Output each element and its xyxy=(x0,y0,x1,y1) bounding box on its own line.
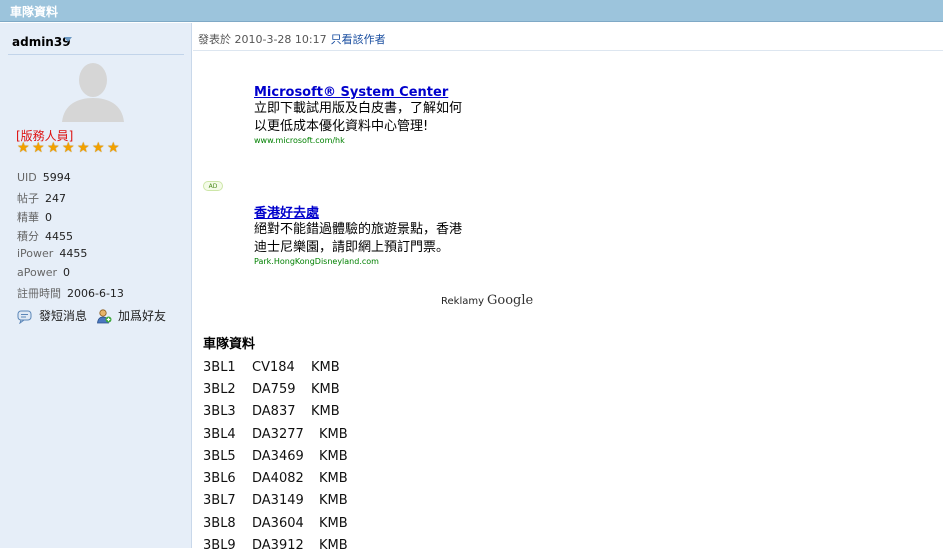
bus-code: DA3469 xyxy=(252,448,304,464)
stat-label: iPower xyxy=(17,247,54,260)
list-item: 3BL7 DA3149 KMB xyxy=(203,490,603,512)
route-id: 3BL9 xyxy=(203,538,236,554)
operator: KMB xyxy=(319,515,348,531)
bus-code: DA3912 xyxy=(252,538,304,554)
operator: KMB xyxy=(319,448,348,464)
bus-code: DA4082 xyxy=(252,471,304,487)
bus-code: DA3277 xyxy=(252,426,304,442)
route-id: 3BL2 xyxy=(203,381,236,397)
operator: KMB xyxy=(311,381,340,397)
bus-code: DA3149 xyxy=(252,493,304,509)
operator: KMB xyxy=(319,426,348,442)
section-heading: 車隊資料 xyxy=(203,337,256,352)
bus-code: CV184 xyxy=(252,359,295,375)
ad-title-link[interactable]: 香港好去處 xyxy=(254,202,574,221)
ad-url[interactable]: Park.HongKongDisneyland.com xyxy=(254,257,574,266)
ad-url[interactable]: www.microsoft.com/hk xyxy=(254,136,574,145)
user-silhouette-icon xyxy=(62,63,124,122)
ad-badge: AD xyxy=(203,181,223,191)
ads-label: Reklamy xyxy=(441,296,485,307)
operator: KMB xyxy=(311,359,340,375)
rating-stars: ★ ★ ★ ★ ★ ★ ★ xyxy=(17,141,121,157)
route-id: 3BL1 xyxy=(203,359,236,375)
post-meta-bar: 發表於 2010-3-28 10:17 只看該作者 xyxy=(193,23,943,51)
ad-block[interactable]: Microsoft® System Center 立即下載試用版及白皮書，了解如… xyxy=(254,85,574,145)
operator: KMB xyxy=(319,493,348,509)
add-user-icon xyxy=(97,308,112,323)
stat-value: 0 xyxy=(63,266,70,279)
stat-value: 0 xyxy=(45,211,52,224)
stat-ipower: iPower 4455 xyxy=(17,247,87,260)
list-item: 3BL2 DA759 KMB xyxy=(203,378,603,400)
stat-label: 精華 xyxy=(17,211,39,224)
stat-label: 帖子 xyxy=(17,192,39,205)
stat-value: 4455 xyxy=(59,247,88,260)
stat-credits: 積分 4455 xyxy=(17,228,73,244)
route-id: 3BL4 xyxy=(203,426,236,442)
thread-title: 車隊資料 xyxy=(10,5,59,19)
post-meta: 發表於 2010-3-28 10:17 只看該作者 xyxy=(198,31,386,47)
stat-value: 4455 xyxy=(45,230,73,243)
stat-registered: 註冊時間 2006-6-13 xyxy=(17,285,124,301)
star-icon: ★ xyxy=(77,140,90,156)
stat-digest: 精華 0 xyxy=(17,209,52,225)
operator: KMB xyxy=(319,471,348,487)
route-id: 3BL5 xyxy=(203,448,236,464)
route-id: 3BL7 xyxy=(203,493,236,509)
post-timestamp: 發表於 2010-3-28 10:17 xyxy=(198,33,327,46)
star-icon: ★ xyxy=(107,140,120,156)
ad-text: 立即下載試用版及白皮書，了解如何 xyxy=(254,101,463,116)
bus-code: DA3604 xyxy=(252,515,304,531)
star-icon: ★ xyxy=(17,140,30,156)
route-id: 3BL3 xyxy=(203,404,236,420)
divider xyxy=(8,54,184,55)
ad-text: 以更低成本優化資料中心管理! xyxy=(254,119,429,134)
author-sidebar: admin39 [版務人員] ★ ★ ★ ★ ★ ★ ★ UID 5994 帖子 247 精華 0… xyxy=(0,23,192,548)
ad-block[interactable]: 香港好去處 絕對不能錯過體驗的旅遊景點，香港 迪士尼樂園，請即網上預訂門票。 P… xyxy=(254,202,574,266)
stat-value: 5994 xyxy=(42,171,71,184)
operator: KMB xyxy=(319,538,348,554)
list-item: 3BL4 DA3277 KMB xyxy=(203,423,603,445)
add-friend-button[interactable]: 加爲好友 xyxy=(96,307,166,324)
stat-apower: aPower 0 xyxy=(17,266,70,279)
message-bubble-icon xyxy=(17,310,32,324)
ad-text: 絕對不能錯過體驗的旅遊景點，香港 xyxy=(254,222,463,237)
add-friend-label: 加爲好友 xyxy=(118,309,167,323)
stat-label: aPower xyxy=(17,266,57,279)
route-id: 3BL6 xyxy=(203,471,236,487)
send-message-label: 發短消息 xyxy=(39,309,88,323)
ad-text: 迪士尼樂園，請即網上預訂門票。 xyxy=(254,240,450,255)
list-item: 3BL9 DA3912 KMB xyxy=(203,534,603,556)
stat-value: 247 xyxy=(45,192,66,205)
thread-title-bar: 車隊資料 xyxy=(0,0,943,22)
ads-by-google-link[interactable]: Reklamy Google xyxy=(441,293,533,308)
list-item: 3BL8 DA3604 KMB xyxy=(203,512,603,534)
star-icon: ★ xyxy=(92,140,105,156)
stat-value: 2006-6-13 xyxy=(67,287,124,300)
star-icon: ★ xyxy=(32,140,45,156)
star-icon: ★ xyxy=(47,140,60,156)
chevron-down-icon[interactable] xyxy=(64,37,72,42)
author-name-link[interactable]: admin39 xyxy=(12,35,71,49)
send-message-button[interactable]: 發短消息 xyxy=(17,307,87,324)
stat-label: 註冊時間 xyxy=(17,287,61,300)
bus-code: DA837 xyxy=(252,404,296,420)
google-logo: Google xyxy=(487,293,534,308)
author-only-link[interactable]: 只看該作者 xyxy=(331,33,386,46)
stat-label: UID xyxy=(17,171,37,184)
stat-label: 積分 xyxy=(17,230,39,243)
star-icon: ★ xyxy=(62,140,75,156)
list-item: 3BL1 CV184 KMB xyxy=(203,356,603,378)
list-item: 3BL6 DA4082 KMB xyxy=(203,467,603,489)
ad-title-link[interactable]: Microsoft® System Center xyxy=(254,85,574,100)
post-content: 發表於 2010-3-28 10:17 只看該作者 Microsoft® Syst… xyxy=(193,23,943,553)
fleet-list: 3BL1 CV184 KMB 3BL2 DA759 KMB 3BL3 DA837 KMB 3BL4… xyxy=(203,356,603,557)
list-item: 3BL3 DA837 KMB xyxy=(203,401,603,423)
list-item: 3BL5 DA3469 KMB xyxy=(203,445,603,467)
stat-posts: 帖子 247 xyxy=(17,190,66,206)
stat-uid: UID 5994 xyxy=(17,171,71,184)
route-id: 3BL8 xyxy=(203,515,236,531)
bus-code: DA759 xyxy=(252,381,296,397)
operator: KMB xyxy=(311,404,340,420)
